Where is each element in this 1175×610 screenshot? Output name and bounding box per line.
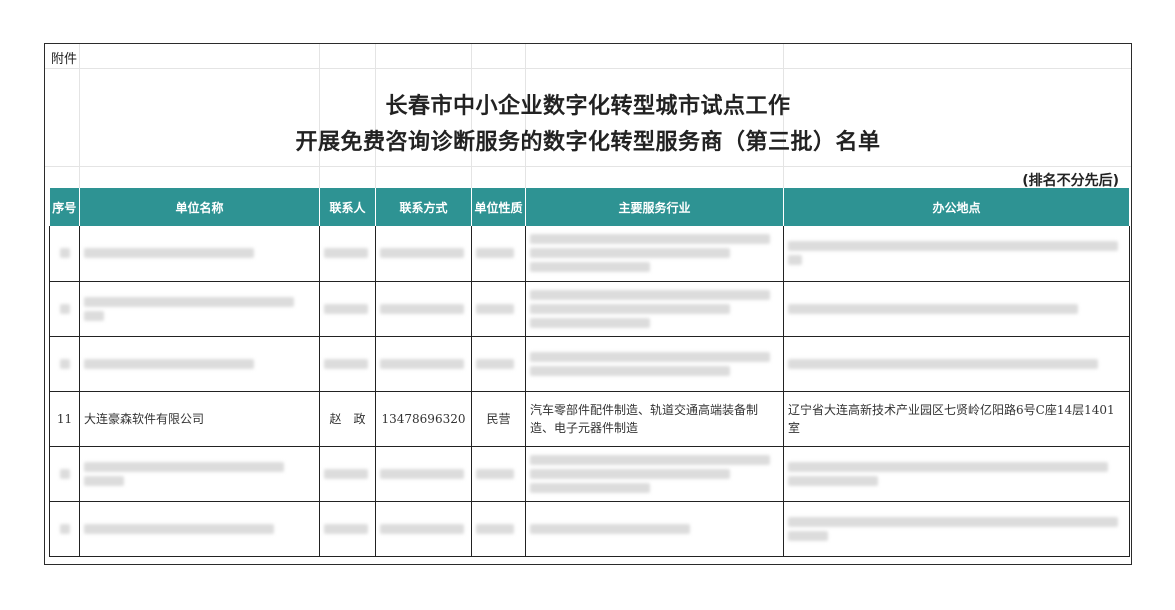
table-row: 11 大连豪森软件有限公司 赵 政 13478696320 民营 汽车零部件配件… <box>49 391 1130 447</box>
table-row-redacted <box>49 281 1130 337</box>
table-row-redacted <box>49 501 1130 557</box>
column-header-company: 单位名称 <box>79 188 320 226</box>
cell-index: 11 <box>49 391 80 447</box>
column-header-phone: 联系方式 <box>375 188 472 226</box>
cell-phone: 13478696320 <box>375 391 472 447</box>
column-header-index: 序号 <box>49 188 80 226</box>
table-row-redacted <box>49 446 1130 502</box>
table-header-row: 序号 单位名称 联系人 联系方式 单位性质 主要服务行业 办公地点 <box>49 188 1130 226</box>
attachment-label: 附件 <box>51 52 78 67</box>
grid-line <box>45 68 1131 69</box>
grid-line <box>45 166 1131 167</box>
table-row-redacted <box>49 336 1130 392</box>
document-title-line-2: 开展免费咨询诊断服务的数字化转型服务商（第三批）名单 <box>295 130 881 155</box>
cell-contact: 赵 政 <box>319 391 376 447</box>
spreadsheet-sheet: 附件 长春市中小企业数字化转型城市试点工作 开展免费咨询诊断服务的数字化转型服务… <box>44 43 1132 565</box>
document-title-line-1: 长春市中小企业数字化转型城市试点工作 <box>385 94 791 119</box>
cell-industry: 汽车零部件配件制造、轨道交通高端装备制造、电子元器件制造 <box>525 391 784 447</box>
table-row-redacted <box>49 226 1130 282</box>
order-note: (排名不分先后) <box>1022 173 1119 189</box>
column-header-address: 办公地点 <box>783 188 1130 226</box>
cell-company: 大连豪森软件有限公司 <box>79 391 320 447</box>
provider-table: 序号 单位名称 联系人 联系方式 单位性质 主要服务行业 办公地点 11 大连豪… <box>49 188 1130 557</box>
cell-type: 民营 <box>471 391 526 447</box>
column-header-contact: 联系人 <box>319 188 376 226</box>
column-header-type: 单位性质 <box>471 188 526 226</box>
cell-address: 辽宁省大连高新技术产业园区七贤岭亿阳路6号C座14层1401室 <box>783 391 1130 447</box>
column-header-industry: 主要服务行业 <box>525 188 784 226</box>
